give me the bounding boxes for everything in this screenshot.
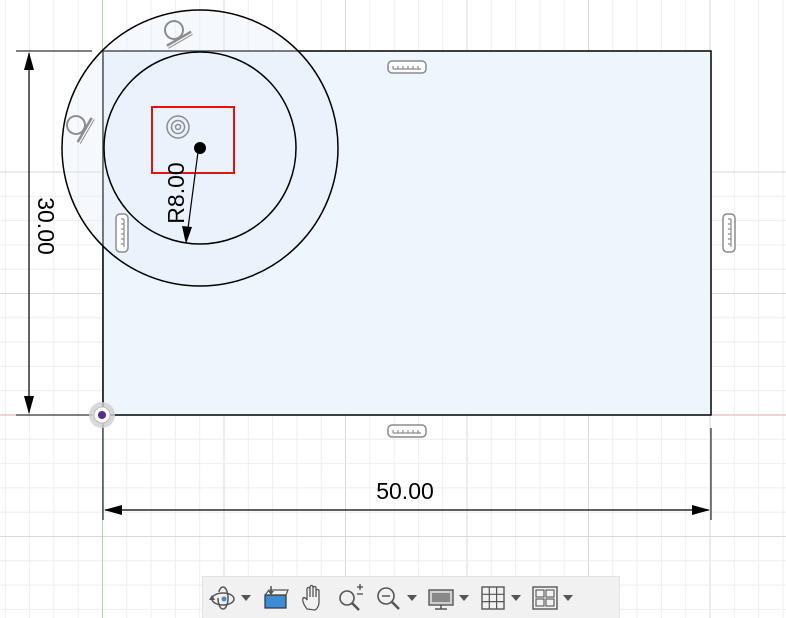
look-at-button[interactable]: [259, 581, 291, 615]
orbit-icon: [207, 582, 239, 614]
pan-button[interactable]: [297, 581, 329, 615]
orbit-button[interactable]: [207, 581, 253, 615]
display-settings-button[interactable]: [425, 581, 471, 615]
look-at-icon: [259, 582, 291, 614]
fit-button[interactable]: [373, 581, 419, 615]
zoom-plus-minus-icon: [335, 582, 367, 614]
width-dimension-label[interactable]: 50.00: [376, 478, 434, 504]
viewports-button[interactable]: [529, 581, 575, 615]
chevron-down-icon[interactable]: [457, 594, 471, 601]
vertical-constraint-icon[interactable]: [115, 213, 129, 253]
vertical-constraint-icon[interactable]: [722, 213, 736, 253]
grid-icon: [477, 582, 509, 614]
circle-center-point[interactable]: [194, 142, 206, 154]
height-dimension-label[interactable]: 30.00: [33, 197, 59, 255]
chevron-down-icon[interactable]: [509, 594, 523, 601]
grid-snaps-button[interactable]: [477, 581, 523, 615]
chevron-down-icon[interactable]: [405, 594, 419, 601]
viewports-icon: [529, 582, 561, 614]
monitor-icon: [425, 582, 457, 614]
zoom-window-icon: [373, 582, 405, 614]
origin-point[interactable]: [89, 402, 115, 428]
horizontal-constraint-icon[interactable]: [387, 424, 427, 438]
hand-pan-icon: [297, 582, 329, 614]
radius-dimension-label[interactable]: R8.00: [163, 162, 189, 223]
zoom-button[interactable]: [335, 581, 367, 615]
navigation-toolbar: [202, 576, 620, 618]
chevron-down-icon[interactable]: [561, 594, 575, 601]
sketch-canvas[interactable]: 30.00 50.00 R8.00: [0, 0, 786, 618]
chevron-down-icon[interactable]: [239, 594, 253, 601]
horizontal-constraint-icon[interactable]: [387, 60, 427, 74]
